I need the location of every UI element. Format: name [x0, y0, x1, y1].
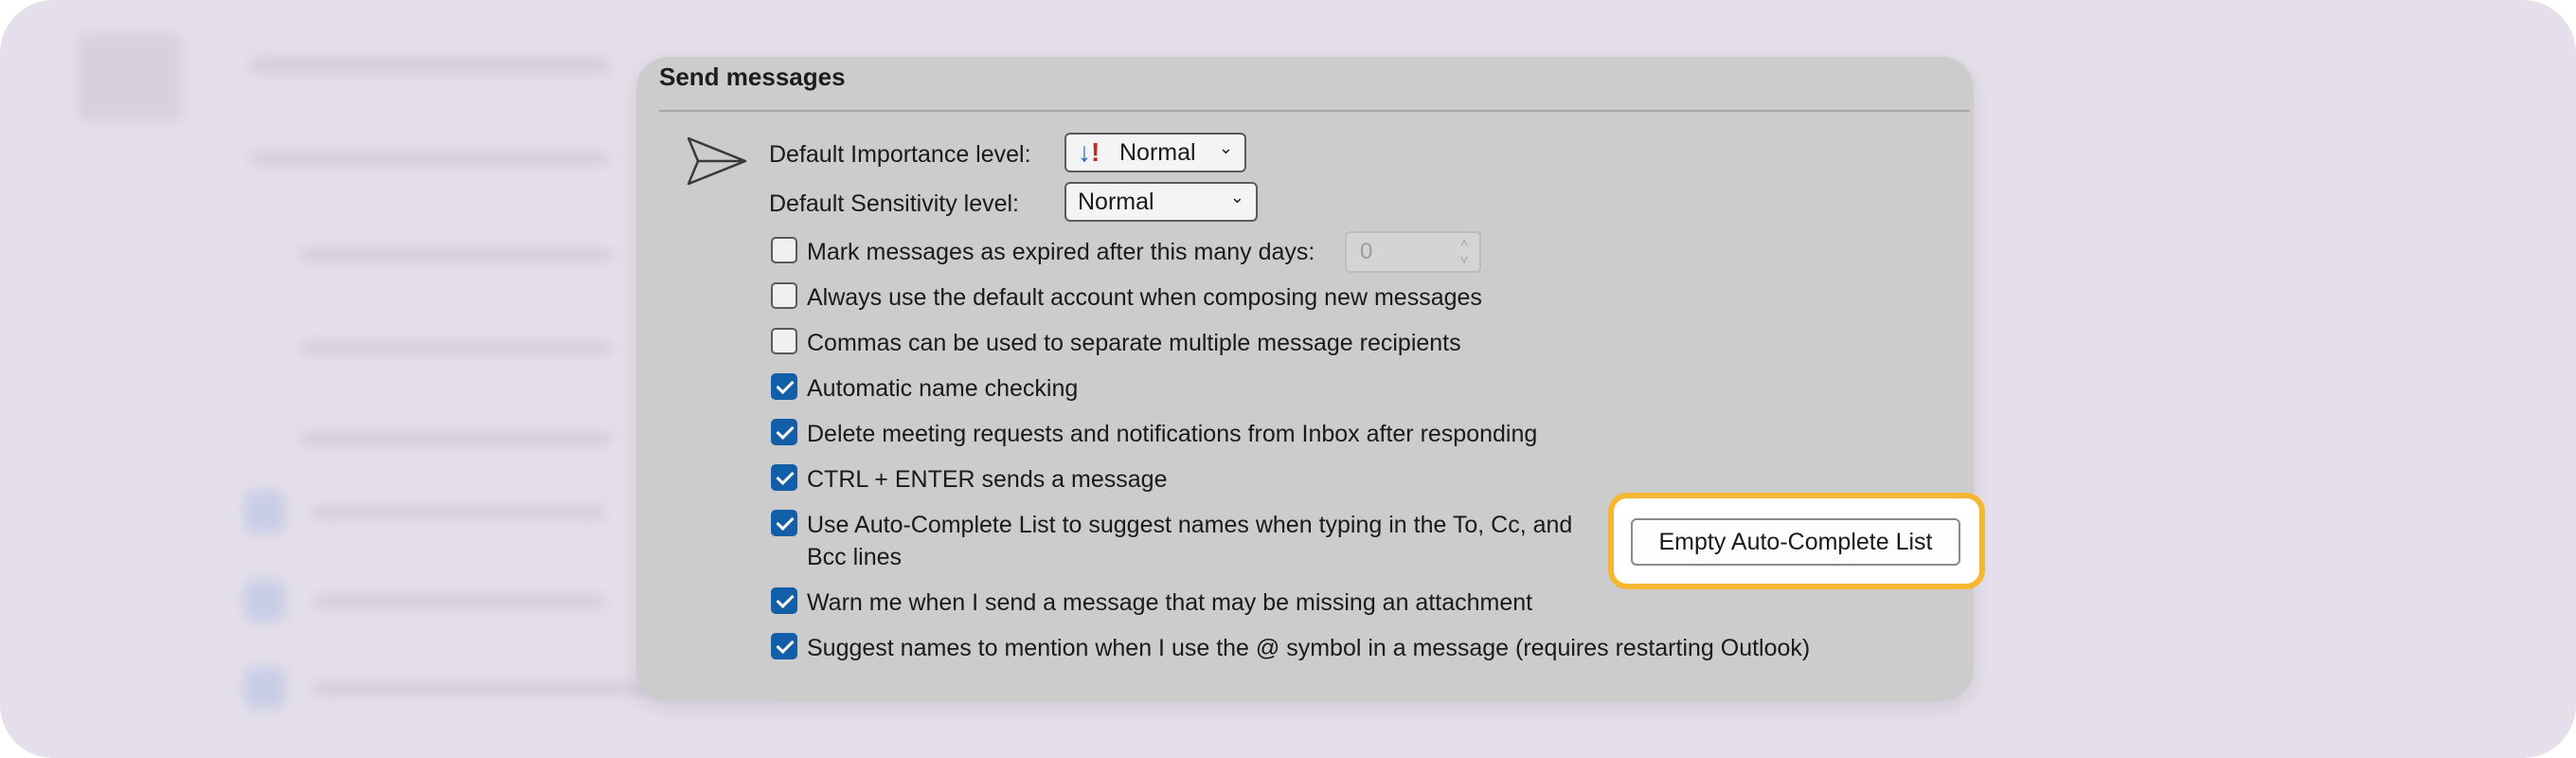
option-label-name-checking: Automatic name checking [807, 375, 1079, 402]
importance-dropdown[interactable]: ↓! Normal ⌄ [1064, 133, 1246, 172]
option-checkbox-delete-meeting-requests[interactable] [771, 419, 797, 445]
expire-label: Mark messages as expired after this many… [807, 239, 1315, 265]
option-checkbox-mention-suggest[interactable] [771, 633, 797, 659]
chevron-up-icon[interactable]: ˄ [1460, 235, 1468, 250]
option-checkbox-name-checking[interactable] [771, 373, 797, 400]
option-checkbox-ctrl-enter[interactable] [771, 464, 797, 491]
option-checkbox-missing-attachment[interactable] [771, 587, 797, 614]
option-label-delete-meeting-requests: Delete meeting requests and notification… [807, 421, 1538, 447]
option-checkbox-commas[interactable] [771, 328, 797, 354]
option-label-commas: Commas can be used to separate multiple … [807, 330, 1461, 356]
option-label-auto-complete-line2: Bcc lines [807, 544, 903, 570]
option-label-missing-attachment: Warn me when I send a message that may b… [807, 589, 1533, 616]
send-icon [687, 136, 747, 186]
expire-checkbox[interactable] [771, 237, 797, 263]
chevron-down-icon: ⌄ [1229, 188, 1244, 207]
option-checkbox-default-account[interactable] [771, 282, 797, 309]
expire-days-value: 0 [1360, 239, 1373, 264]
chevron-down-icon[interactable]: ˅ [1460, 252, 1468, 267]
section-title: Send messages [659, 63, 846, 91]
option-label-ctrl-enter: CTRL + ENTER sends a message [807, 466, 1168, 493]
section-divider [659, 110, 1970, 112]
importance-value: Normal [1119, 139, 1196, 166]
option-label-default-account: Always use the default account when comp… [807, 284, 1482, 311]
empty-auto-complete-button[interactable]: Empty Auto-Complete List [1631, 518, 1960, 566]
option-checkbox-auto-complete[interactable] [771, 510, 797, 536]
importance-icon: ↓! [1078, 137, 1100, 167]
chevron-down-icon: ⌄ [1218, 138, 1233, 157]
sensitivity-label: Default Sensitivity level: [769, 190, 1020, 217]
expire-days-stepper[interactable]: 0 ˄ ˅ [1345, 231, 1481, 273]
screenshot-stage: Send messages Default Importance level: … [0, 0, 2576, 758]
importance-label: Default Importance level: [769, 141, 1031, 168]
option-label-auto-complete-line1: Use Auto-Complete List to suggest names … [807, 512, 1573, 538]
sensitivity-value: Normal [1078, 189, 1154, 215]
option-label-mention-suggest: Suggest names to mention when I use the … [807, 635, 1811, 661]
sensitivity-dropdown[interactable]: Normal ⌄ [1064, 182, 1258, 222]
